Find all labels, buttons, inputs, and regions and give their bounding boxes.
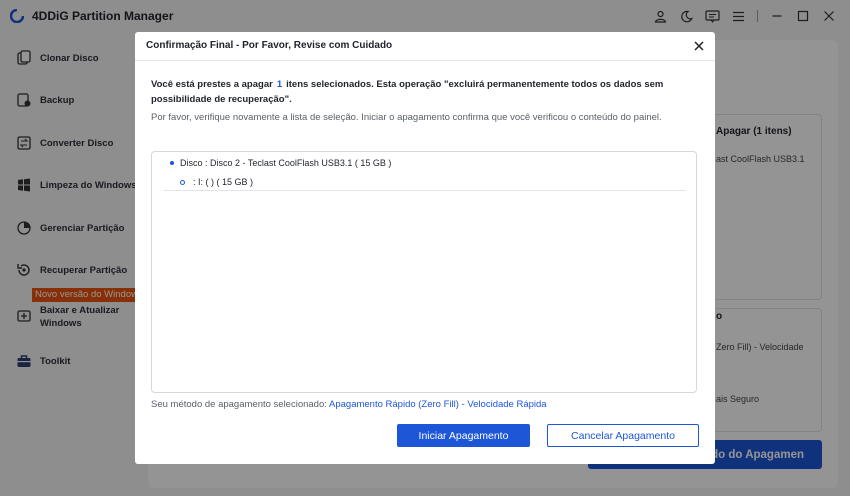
selection-list[interactable]: Disco : Disco 2 - Teclast CoolFlash USB3… bbox=[151, 151, 697, 393]
partition-label: : I: ( ) ( 15 GB ) bbox=[193, 177, 254, 187]
disk-label: Disco : Disco 2 - Teclast CoolFlash USB3… bbox=[180, 158, 392, 168]
partition-bullet-icon bbox=[180, 179, 185, 185]
verification-hint: Por favor, verifique novamente a lista d… bbox=[151, 112, 662, 123]
warning-prefix: Você está prestes a apagar bbox=[151, 79, 273, 90]
list-divider bbox=[164, 190, 686, 191]
dialog-divider bbox=[135, 60, 715, 61]
disk-item: Disco : Disco 2 - Teclast CoolFlash USB3… bbox=[170, 158, 391, 168]
disk-bullet-icon bbox=[170, 161, 174, 165]
dialog-close-icon[interactable] bbox=[691, 38, 707, 54]
partition-item: : I: ( ) ( 15 GB ) bbox=[180, 177, 253, 187]
method-prefix: Seu método de apagamento selecionado: bbox=[151, 399, 327, 410]
method-value-link[interactable]: Apagamento Rápido (Zero Fill) - Velocida… bbox=[329, 399, 547, 410]
dialog-title: Confirmação Final - Por Favor, Revise co… bbox=[146, 40, 393, 51]
warning-message: Você está prestes a apagar 1 itens selecio… bbox=[151, 77, 701, 107]
cancel-erase-button[interactable]: Cancelar Apagamento bbox=[547, 424, 699, 447]
warning-count: 1 bbox=[276, 79, 283, 90]
selected-method: Seu método de apagamento selecionado: Ap… bbox=[151, 399, 547, 410]
start-erase-button[interactable]: Iniciar Apagamento bbox=[397, 424, 530, 447]
confirmation-dialog: Confirmação Final - Por Favor, Revise co… bbox=[135, 32, 715, 464]
